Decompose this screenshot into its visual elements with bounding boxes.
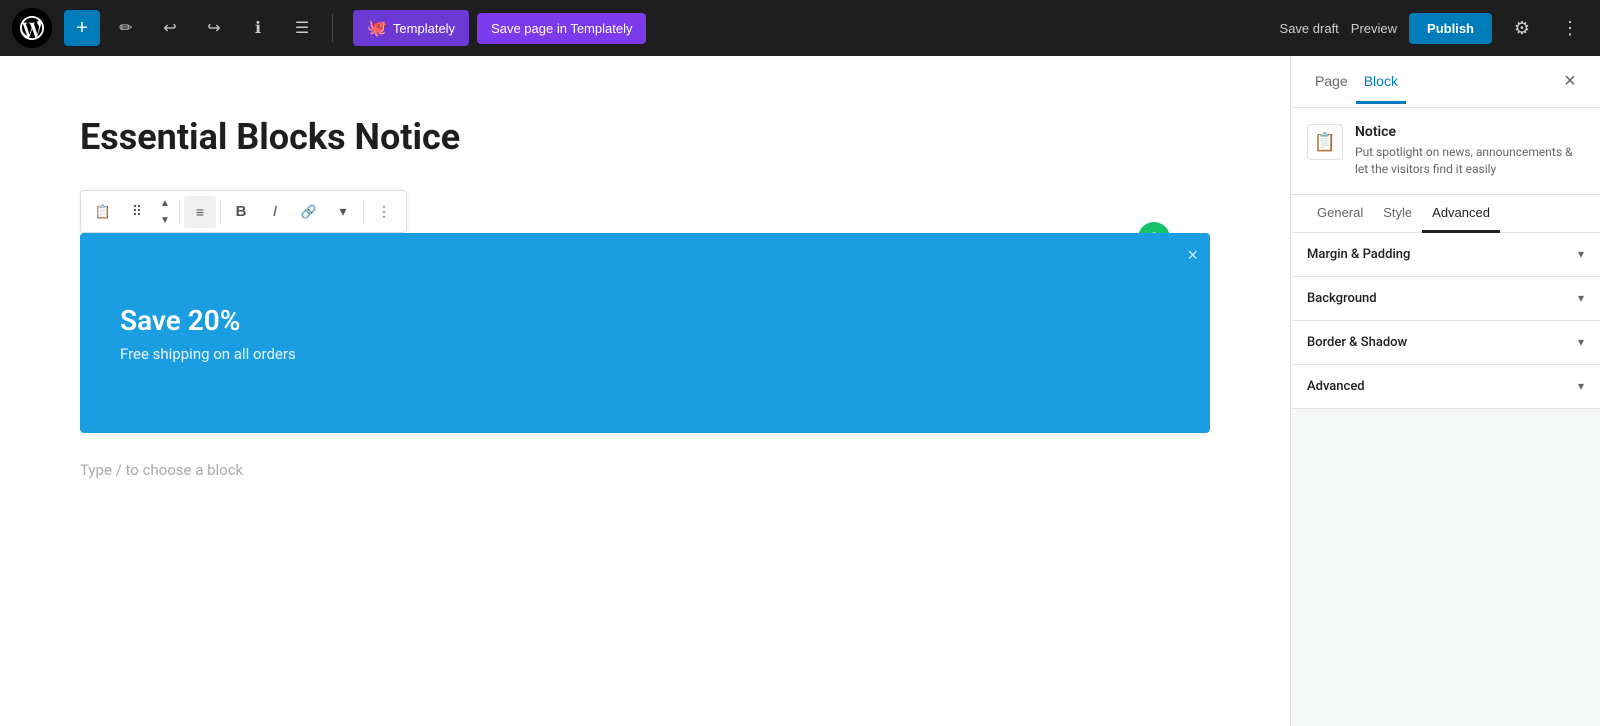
drag-handle[interactable]: ⠿ — [121, 196, 153, 228]
border-shadow-chevron: ▾ — [1578, 335, 1584, 349]
three-dots-icon: ⋮ — [377, 203, 391, 220]
list-icon: ☰ — [295, 18, 309, 38]
chevron-up-icon: ▲ — [160, 198, 170, 209]
background-chevron: ▾ — [1578, 291, 1584, 305]
templately-button[interactable]: 🐙 Templately — [353, 10, 469, 46]
advanced-tab[interactable]: Advanced — [1422, 195, 1500, 233]
bold-button[interactable]: B — [225, 196, 257, 228]
background-section: Background ▾ — [1291, 277, 1600, 321]
notice-block-icon: 📋 — [1314, 132, 1336, 153]
align-icon: ≡ — [196, 204, 204, 220]
sidebar-header: Page Block × — [1291, 56, 1600, 108]
toolbar-separator-2 — [220, 200, 221, 224]
border-shadow-section: Border & Shadow ▾ — [1291, 321, 1600, 365]
move-up-button[interactable]: ▲ — [155, 195, 175, 211]
move-down-button[interactable]: ▼ — [155, 212, 175, 228]
text-align-button[interactable]: ≡ — [184, 196, 216, 228]
sidebar: Page Block × 📋 Notice Put spotlight on n… — [1290, 56, 1600, 726]
margin-padding-title: Margin & Padding — [1307, 247, 1410, 262]
publish-button[interactable]: Publish — [1409, 13, 1492, 44]
margin-padding-section: Margin & Padding ▾ — [1291, 233, 1600, 277]
preview-button[interactable]: Preview — [1351, 21, 1397, 36]
wp-logo — [12, 8, 52, 48]
redo-icon: ↪ — [207, 18, 220, 38]
wp-icon — [20, 16, 44, 40]
save-draft-button[interactable]: Save draft — [1280, 21, 1339, 36]
toolbar-separator-3 — [363, 200, 364, 224]
block-options-button[interactable]: ⋮ — [368, 196, 400, 228]
margin-padding-chevron: ▾ — [1578, 247, 1584, 261]
more-options-button[interactable]: ⋮ — [1552, 10, 1588, 46]
list-view-button[interactable]: ☰ — [284, 10, 320, 46]
toolbar-separator-1 — [179, 200, 180, 224]
background-header[interactable]: Background ▾ — [1291, 277, 1600, 320]
background-title: Background — [1307, 291, 1377, 306]
editor-area: Essential Blocks Notice G 📋 ⠿ ▲ ▼ ≡ — [0, 56, 1290, 726]
type-hint[interactable]: Type / to choose a block — [80, 461, 1210, 479]
settings-icon: ⚙ — [1514, 18, 1530, 39]
block-name: Notice — [1355, 124, 1584, 140]
info-icon: ℹ — [255, 18, 261, 38]
block-toolbar: 📋 ⠿ ▲ ▼ ≡ B I — [80, 190, 407, 233]
drag-icon: ⠿ — [132, 203, 142, 220]
advanced-chevron: ▾ — [1578, 379, 1584, 393]
add-block-button[interactable]: + — [64, 10, 100, 46]
style-tab[interactable]: Style — [1373, 195, 1422, 233]
italic-button[interactable]: I — [259, 196, 291, 228]
move-up-down: ▲ ▼ — [155, 195, 175, 228]
more-icon: ⋮ — [1561, 18, 1579, 39]
border-shadow-title: Border & Shadow — [1307, 335, 1407, 350]
save-page-in-templately-button[interactable]: Save page in Templately — [477, 13, 646, 44]
edit-icon: ✏ — [119, 18, 132, 38]
notice-heading: Save 20% — [120, 304, 1170, 337]
bold-icon: B — [236, 203, 247, 220]
sidebar-content: Margin & Padding ▾ Background ▾ Border &… — [1291, 233, 1600, 726]
block-description: Put spotlight on news, announcements & l… — [1355, 144, 1584, 178]
notice-subtext: Free shipping on all orders — [120, 345, 1170, 363]
close-icon: × — [1564, 70, 1576, 93]
templately-icon: 🐙 — [367, 18, 387, 38]
redo-button[interactable]: ↪ — [196, 10, 232, 46]
page-title: Essential Blocks Notice — [80, 116, 1210, 158]
general-tab[interactable]: General — [1307, 195, 1373, 233]
block-tab[interactable]: Block — [1356, 61, 1406, 104]
page-tab[interactable]: Page — [1307, 61, 1356, 104]
advanced-title: Advanced — [1307, 379, 1365, 394]
advanced-header[interactable]: Advanced ▾ — [1291, 365, 1600, 408]
topbar-divider — [332, 14, 333, 42]
block-info: 📋 Notice Put spotlight on news, announce… — [1291, 108, 1600, 195]
italic-icon: I — [273, 203, 277, 220]
edit-button[interactable]: ✏ — [108, 10, 144, 46]
margin-padding-header[interactable]: Margin & Padding ▾ — [1291, 233, 1600, 276]
info-button[interactable]: ℹ — [240, 10, 276, 46]
block-info-text: Notice Put spotlight on news, announceme… — [1355, 124, 1584, 178]
advanced-section: Advanced ▾ — [1291, 365, 1600, 409]
dropdown-icon: ▾ — [339, 203, 346, 220]
link-icon: 🔗 — [301, 204, 317, 220]
undo-button[interactable]: ↩ — [152, 10, 188, 46]
border-shadow-header[interactable]: Border & Shadow ▾ — [1291, 321, 1600, 364]
undo-icon: ↩ — [163, 18, 176, 38]
notice-close-button[interactable]: × — [1187, 245, 1198, 266]
block-settings-tabs: General Style Advanced — [1291, 195, 1600, 233]
sidebar-close-button[interactable]: × — [1556, 68, 1584, 96]
more-rich-text-button[interactable]: ▾ — [327, 196, 359, 228]
notice-block-type-button[interactable]: 📋 — [87, 196, 119, 228]
block-icon-container: 📋 — [1307, 124, 1343, 160]
link-button[interactable]: 🔗 — [293, 196, 325, 228]
topbar-right: Save draft Preview Publish ⚙ ⋮ — [1280, 10, 1588, 46]
main-layout: Essential Blocks Notice G 📋 ⠿ ▲ ▼ ≡ — [0, 56, 1600, 726]
notice-icon: 📋 — [95, 204, 111, 220]
chevron-down-icon: ▼ — [160, 215, 170, 226]
notice-block: × Save 20% Free shipping on all orders — [80, 233, 1210, 433]
topbar: + ✏ ↩ ↪ ℹ ☰ 🐙 Templately Save page in Te… — [0, 0, 1600, 56]
settings-button[interactable]: ⚙ — [1504, 10, 1540, 46]
